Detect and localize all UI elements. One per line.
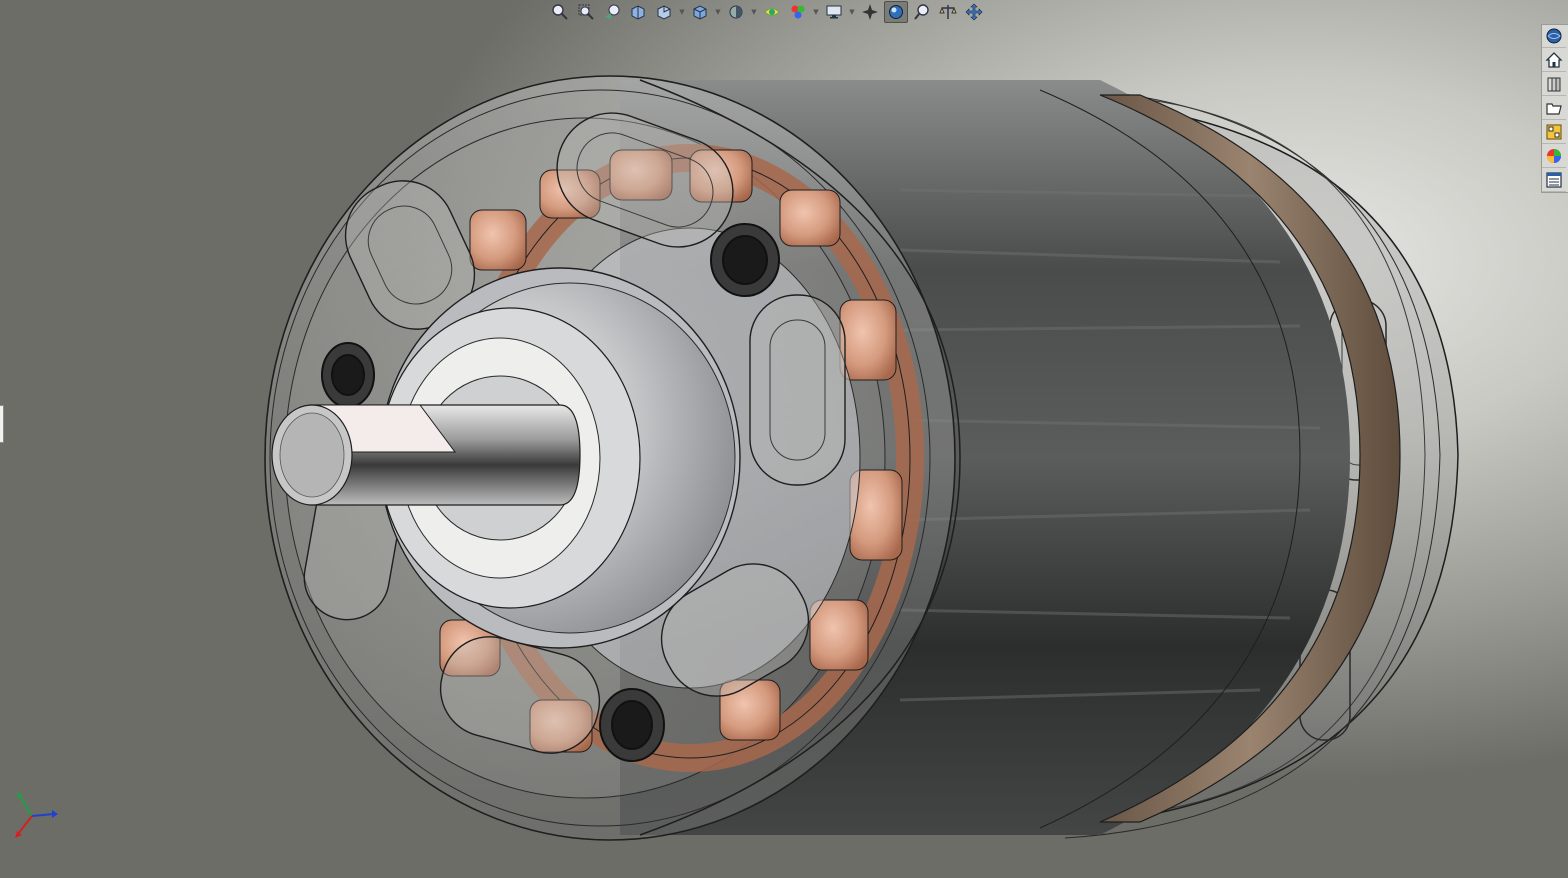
balance-button[interactable] xyxy=(936,1,960,23)
dropdown-caret[interactable]: ▼ xyxy=(714,1,722,23)
display-style-icon xyxy=(729,5,743,19)
hide-show-items-icon xyxy=(764,8,780,16)
tab-file-explorer[interactable] xyxy=(1542,97,1566,120)
view-orientation-button[interactable] xyxy=(688,1,712,23)
home-icon xyxy=(1545,52,1563,68)
zoom-to-fit-button[interactable] xyxy=(548,1,572,23)
tab-appearances-scenes[interactable] xyxy=(1542,145,1566,168)
zoom-in-out-icon xyxy=(914,4,929,20)
heads-up-view-toolbar: ▼ ▼ ▼ ▼ ▼ xyxy=(548,0,986,24)
pan-icon xyxy=(965,3,983,21)
edit-appearance-icon xyxy=(791,5,805,19)
tab-view-palette[interactable] xyxy=(1542,121,1566,144)
view-settings-icon xyxy=(862,4,878,20)
dropdown-caret[interactable]: ▼ xyxy=(750,1,758,23)
task-pane-tabs xyxy=(1541,24,1568,193)
realview-graphics-icon xyxy=(889,5,903,19)
view-orientation-icon xyxy=(693,5,707,20)
tab-solidworks-resources[interactable] xyxy=(1542,25,1566,48)
display-style-button[interactable] xyxy=(724,1,748,23)
solidworks-resources-icon xyxy=(1546,28,1562,44)
dropdown-caret[interactable]: ▼ xyxy=(848,1,856,23)
zoom-to-area-button[interactable] xyxy=(574,1,598,23)
pan-button[interactable] xyxy=(962,1,986,23)
view-settings-button[interactable] xyxy=(858,1,882,23)
section-view-button[interactable] xyxy=(626,1,650,23)
tab-design-library[interactable] xyxy=(1542,73,1566,96)
balance-icon xyxy=(939,5,957,19)
dropdown-caret[interactable]: ▼ xyxy=(812,1,820,23)
tab-custom-properties[interactable] xyxy=(1542,169,1566,192)
tab-home[interactable] xyxy=(1542,49,1566,72)
edit-appearance-button[interactable] xyxy=(786,1,810,23)
realview-graphics-button[interactable] xyxy=(884,1,908,23)
custom-properties-icon xyxy=(1546,172,1562,188)
zoom-in-out-button[interactable] xyxy=(910,1,934,23)
previous-view-icon xyxy=(605,4,620,19)
dynamic-annotation-views-icon xyxy=(657,5,671,20)
appearances-scenes-icon xyxy=(1547,149,1561,163)
apply-scene-icon xyxy=(826,5,842,19)
graphics-area[interactable]: ▼ ▼ ▼ ▼ ▼ xyxy=(0,0,1568,878)
feature-manager-collapse-handle[interactable] xyxy=(0,405,4,443)
section-view-icon xyxy=(631,5,645,20)
hide-show-items-button[interactable] xyxy=(760,1,784,23)
zoom-to-fit-icon xyxy=(552,4,568,20)
view-palette-icon xyxy=(1546,124,1562,140)
dropdown-caret[interactable]: ▼ xyxy=(678,1,686,23)
design-library-icon xyxy=(1547,77,1561,92)
apply-scene-button[interactable] xyxy=(822,1,846,23)
motor-model[interactable] xyxy=(0,0,1568,878)
dynamic-annotation-views-button[interactable] xyxy=(652,1,676,23)
zoom-to-area-icon xyxy=(578,4,594,20)
file-explorer-icon xyxy=(1546,103,1562,115)
previous-view-button[interactable] xyxy=(600,1,624,23)
reference-triad xyxy=(15,792,58,838)
